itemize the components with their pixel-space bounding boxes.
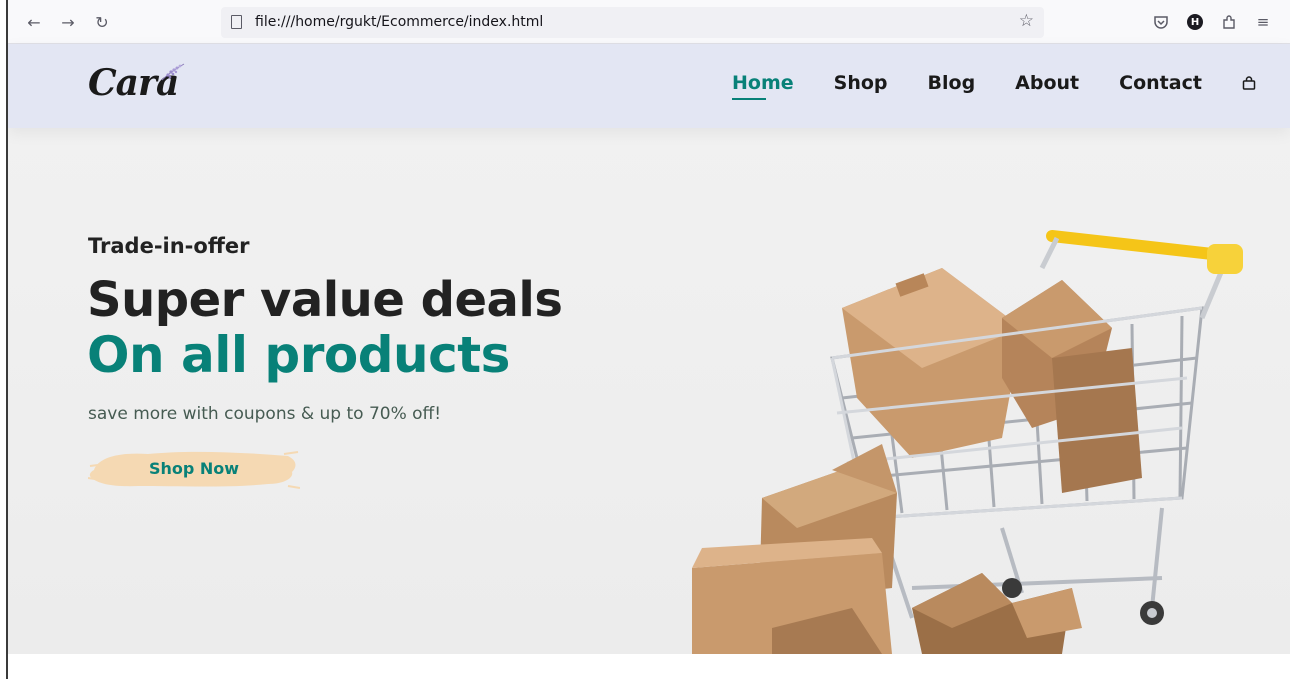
hero-subtitle: Trade-in-offer <box>88 234 250 258</box>
nav-home-label: Home <box>732 72 794 94</box>
active-underline <box>732 98 766 100</box>
nav-home[interactable]: Home <box>732 72 794 100</box>
pocket-icon[interactable] <box>1149 10 1173 34</box>
back-arrow-icon[interactable]: ← <box>22 10 46 34</box>
page-below-fold <box>8 654 1290 679</box>
page-icon <box>231 15 242 29</box>
forward-arrow-icon[interactable]: → <box>56 10 80 34</box>
reload-icon[interactable]: ↻ <box>90 10 114 34</box>
hero-section: Trade-in-offer Super value deals On all … <box>8 128 1290 654</box>
account-avatar-icon[interactable]: H <box>1183 10 1207 34</box>
nav-shop[interactable]: Shop <box>834 72 888 94</box>
hero-title: Super value deals <box>87 272 563 328</box>
profile-initial: H <box>1187 14 1203 30</box>
hero-title-accent: On all products <box>87 326 510 384</box>
lavender-sprig-icon <box>161 63 185 81</box>
hero-text: save more with coupons & up to 70% off! <box>88 404 442 424</box>
shopping-cart-image <box>692 230 1243 654</box>
extensions-icon[interactable] <box>1217 10 1241 34</box>
browser-toolbar: ← → ↻ file:///home/rgukt/Ecommerce/index… <box>8 0 1290 44</box>
address-bar[interactable]: file:///home/rgukt/Ecommerce/index.html … <box>221 7 1044 38</box>
nav-blog[interactable]: Blog <box>928 72 976 94</box>
shop-now-button[interactable]: Shop Now <box>88 444 300 492</box>
site-header: Cara Home Shop Blog About Contact <box>8 44 1290 128</box>
url-text[interactable]: file:///home/rgukt/Ecommerce/index.html <box>255 14 543 30</box>
shopping-bag-icon[interactable] <box>1242 76 1256 90</box>
main-navbar: Home Shop Blog About Contact <box>732 72 1256 100</box>
menu-icon[interactable]: ≡ <box>1251 10 1275 34</box>
shop-now-label: Shop Now <box>148 458 240 478</box>
bookmark-star-icon[interactable]: ☆ <box>1019 11 1034 31</box>
nav-contact[interactable]: Contact <box>1119 72 1202 94</box>
window-edge <box>0 0 8 679</box>
nav-about[interactable]: About <box>1015 72 1079 94</box>
